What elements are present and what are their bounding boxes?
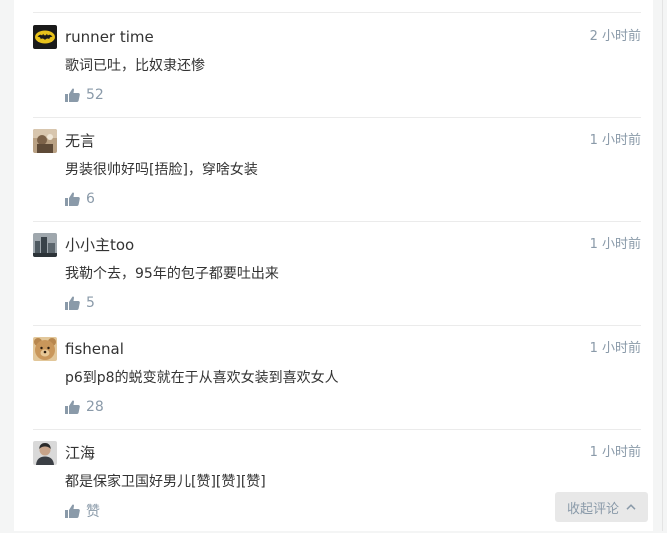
thumbs-up-icon	[65, 296, 80, 310]
comment-item: runner time 2 小时前 歌词已吐，比奴隶还惨 52	[33, 13, 641, 118]
comment-panel: runner time 2 小时前 歌词已吐，比奴隶还惨 52 无言 1 小时前…	[14, 0, 653, 531]
like-button[interactable]: 6	[65, 189, 95, 209]
comment-author[interactable]: runner time	[65, 27, 154, 47]
thumbs-up-icon	[65, 192, 80, 206]
comment-item: fishenal 1 小时前 p6到p8的蜕变就在于从喜欢女装到喜欢女人 28	[33, 325, 641, 430]
comment-time: 1 小时前	[589, 133, 641, 148]
like-button[interactable]: 赞	[65, 501, 100, 521]
chevron-up-icon	[626, 504, 636, 510]
comment-time: 1 小时前	[589, 341, 641, 356]
comment-content: 都是保家卫国好男儿[赞][赞][赞]	[65, 474, 266, 490]
comment-author[interactable]: fishenal	[65, 339, 124, 359]
comment-content: 我勒个去，95年的包子都要吐出来	[65, 266, 279, 282]
batman-logo-avatar[interactable]	[33, 25, 57, 49]
city-photo-avatar[interactable]	[33, 233, 57, 257]
photo-avatar[interactable]	[33, 129, 57, 153]
comment-content: 男装很帅好吗[捂脸]，穿啥女装	[65, 162, 258, 178]
like-count: 5	[86, 295, 95, 311]
comment-item: 小小主too 1 小时前 我勒个去，95年的包子都要吐出来 5	[33, 221, 641, 326]
comment-author[interactable]: 江海	[65, 443, 95, 463]
comment-author[interactable]: 小小主too	[65, 235, 134, 255]
person-photo-avatar[interactable]	[33, 441, 57, 465]
like-button[interactable]: 28	[65, 397, 104, 417]
like-count: 28	[86, 399, 104, 415]
comment-time: 1 小时前	[589, 445, 641, 460]
collapse-comments-button[interactable]: 收起评论	[555, 492, 648, 522]
comment-item: 无言 1 小时前 男装很帅好吗[捂脸]，穿啥女装 6	[33, 117, 641, 222]
like-button[interactable]: 52	[65, 85, 104, 105]
comment-time: 1 小时前	[589, 237, 641, 252]
like-label: 赞	[86, 504, 100, 520]
thumbs-up-icon	[65, 88, 80, 102]
comment-time: 2 小时前	[589, 29, 641, 44]
like-count: 52	[86, 87, 104, 103]
thumbs-up-icon	[65, 504, 80, 518]
comment-content: p6到p8的蜕变就在于从喜欢女装到喜欢女人	[65, 370, 339, 386]
collapse-comments-label: 收起评论	[566, 501, 619, 517]
comment-item: 江海 1 小时前 都是保家卫国好男儿[赞][赞][赞] 赞	[33, 429, 641, 533]
comment-author[interactable]: 无言	[65, 131, 95, 151]
like-count: 6	[86, 191, 95, 207]
comment-content: 歌词已吐，比奴隶还惨	[65, 58, 205, 74]
scrollbar-edge	[662, 0, 663, 531]
thumbs-up-icon	[65, 400, 80, 414]
like-button[interactable]: 5	[65, 293, 95, 313]
teddy-bear-avatar[interactable]	[33, 337, 57, 361]
